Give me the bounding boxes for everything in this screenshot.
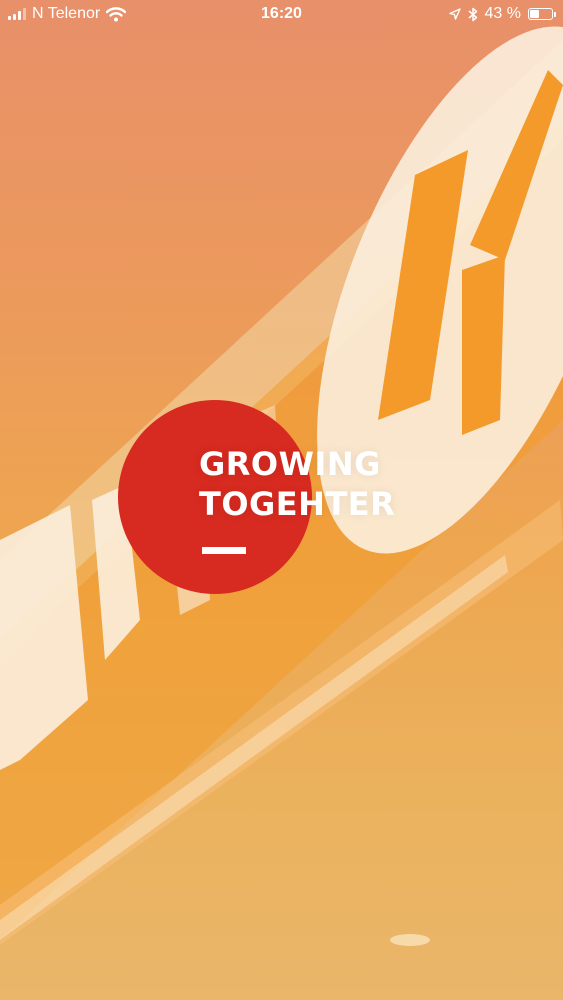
splash-tagline: GROWING TOGEHTER xyxy=(199,444,395,524)
status-bar: N Telenor 16:20 43 % xyxy=(0,0,563,30)
splash-screen: N Telenor 16:20 43 % GROWING TOGEHTER xyxy=(0,0,563,1000)
battery-icon xyxy=(528,8,556,20)
bluetooth-icon xyxy=(468,7,477,21)
battery-percentage: 43 % xyxy=(484,5,521,22)
status-right: 43 % xyxy=(448,5,556,23)
battery-level xyxy=(530,10,539,18)
tagline-underline xyxy=(202,547,246,554)
tagline-line-1: GROWING xyxy=(199,445,381,483)
tagline-line-2: TOGEHTER xyxy=(199,485,396,523)
location-arrow-icon xyxy=(448,8,461,20)
